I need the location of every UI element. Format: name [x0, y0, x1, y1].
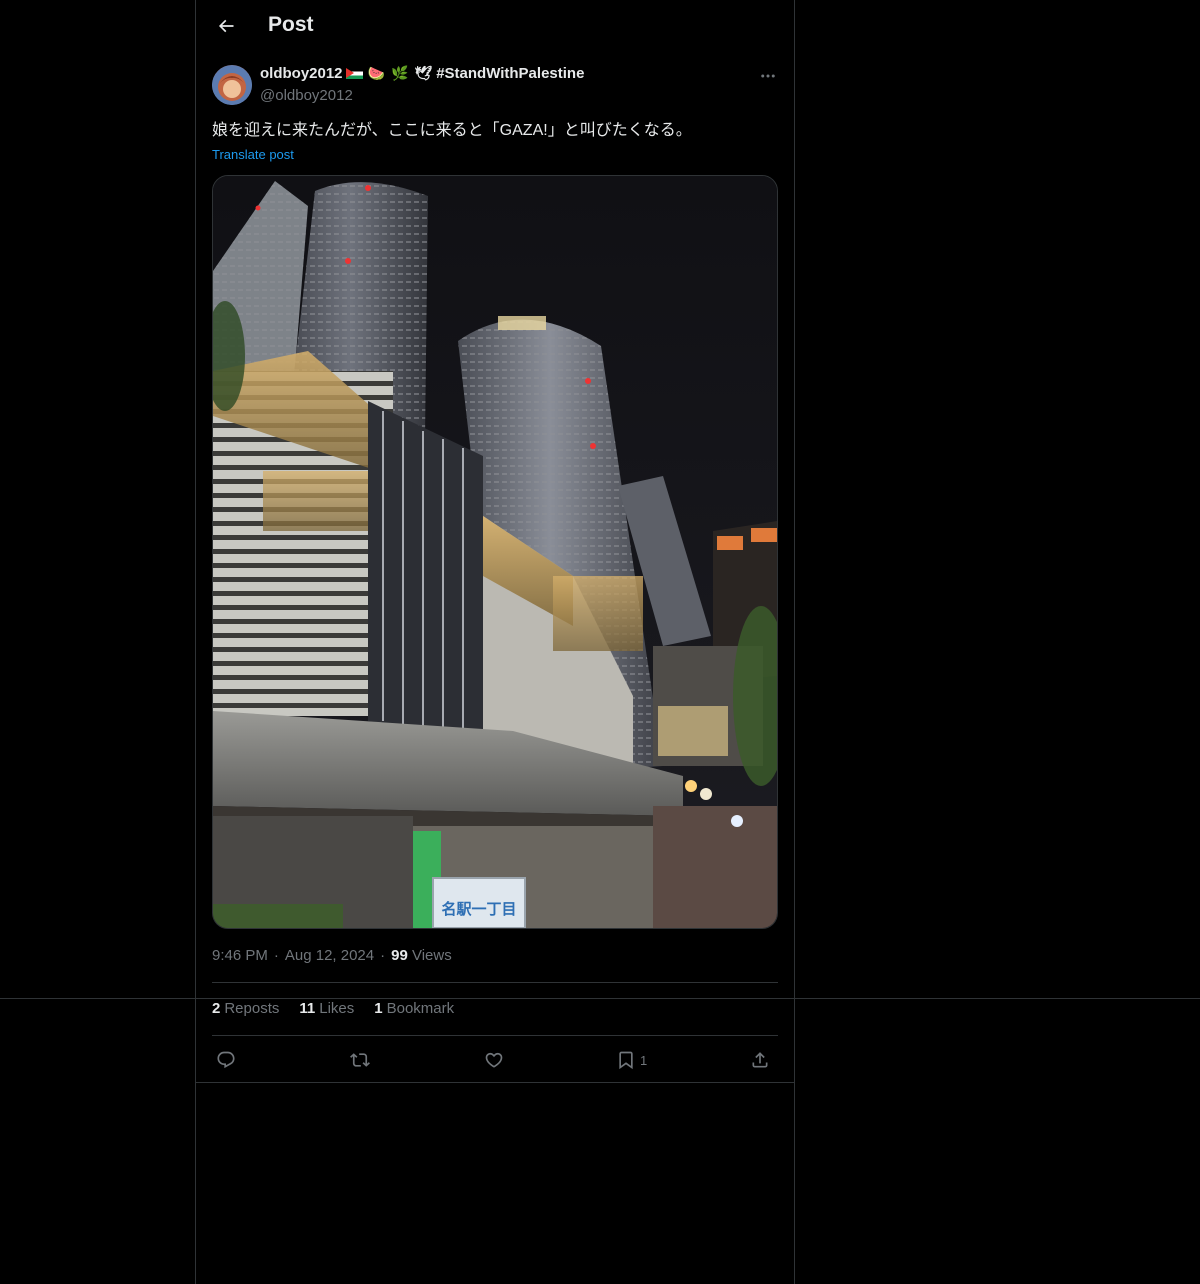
- divider: [212, 982, 778, 983]
- post-time[interactable]: 9:46 PM: [212, 947, 268, 964]
- views-count: 99: [391, 947, 408, 964]
- post-text: 娘を迎えに来たんだが、ここに来ると「GAZA!」と叫びたくなる。: [212, 122, 692, 139]
- more-button[interactable]: [754, 62, 782, 90]
- overlay-divider: [0, 998, 1200, 999]
- divider: [196, 1082, 794, 1083]
- reposts-count: 2: [212, 1000, 221, 1017]
- image-sign-text: 名駅一丁目: [441, 900, 516, 918]
- like-button[interactable]: [484, 1040, 504, 1080]
- reposts-label: Reposts: [224, 1000, 280, 1017]
- bookmarks-label: Bookmark: [386, 1000, 455, 1017]
- engagement-stats: 2 Reposts 11 Likes 1 Bookmark: [212, 1000, 454, 1017]
- share-button[interactable]: [750, 1040, 770, 1080]
- reposts-stat[interactable]: 2 Reposts: [212, 1000, 279, 1017]
- page-title: Post: [268, 13, 314, 36]
- bookmarks-stat[interactable]: 1 Bookmark: [374, 1000, 454, 1017]
- likes-count: 11: [299, 1000, 316, 1017]
- author-name-row[interactable]: oldboy2012 🍉 🌿 🕊 #StandWithPalestine: [260, 65, 584, 82]
- author-display-name[interactable]: oldboy2012: [260, 65, 343, 82]
- repost-button[interactable]: [350, 1040, 370, 1080]
- avatar-image: [212, 65, 252, 105]
- reply-button[interactable]: [216, 1040, 236, 1080]
- share-icon: [752, 1052, 768, 1068]
- likes-stat[interactable]: 11 Likes: [299, 1000, 354, 1017]
- night-building-photo: 名駅一丁目: [213, 176, 777, 928]
- like-icon: [485, 1052, 503, 1068]
- meta-separator: ·: [273, 947, 279, 964]
- dove-icon: 🕊: [414, 65, 433, 81]
- likes-label: Likes: [319, 1000, 355, 1017]
- back-arrow-icon: [218, 19, 234, 33]
- bookmark-button[interactable]: 1: [616, 1040, 647, 1080]
- meta-separator: ·: [380, 947, 386, 964]
- author-handle[interactable]: @oldboy2012: [260, 87, 353, 104]
- bookmarks-count: 1: [374, 1000, 383, 1017]
- post-meta: 9:46 PM · Aug 12, 2024 · 99 Views: [212, 947, 452, 964]
- bookmark-icon: [619, 1051, 633, 1070]
- watermelon-icon: 🍉: [367, 65, 385, 81]
- divider: [212, 1035, 778, 1036]
- palestine-flag-icon: [345, 68, 363, 79]
- avatar[interactable]: [212, 65, 252, 105]
- bookmark-count: 1: [640, 1052, 648, 1068]
- author-hashtag[interactable]: #StandWithPalestine: [436, 65, 584, 82]
- post-date[interactable]: Aug 12, 2024: [285, 947, 374, 964]
- page-header: Post: [196, 0, 794, 53]
- repost-icon: [350, 1053, 370, 1067]
- primary-column: Post oldboy2012 🍉 🌿 🕊 #StandWithPalestin…: [195, 0, 795, 1284]
- translate-post-link[interactable]: Translate post: [212, 147, 294, 162]
- views-label: Views: [411, 947, 452, 964]
- back-button[interactable]: [208, 8, 244, 44]
- reply-icon: [217, 1051, 235, 1069]
- post-image[interactable]: 名駅一丁目: [212, 175, 778, 929]
- action-bar: 1: [212, 1040, 778, 1080]
- views-stat[interactable]: 99 Views: [391, 947, 452, 964]
- more-icon: [761, 74, 775, 78]
- olive-branch-icon: 🌿: [390, 65, 409, 81]
